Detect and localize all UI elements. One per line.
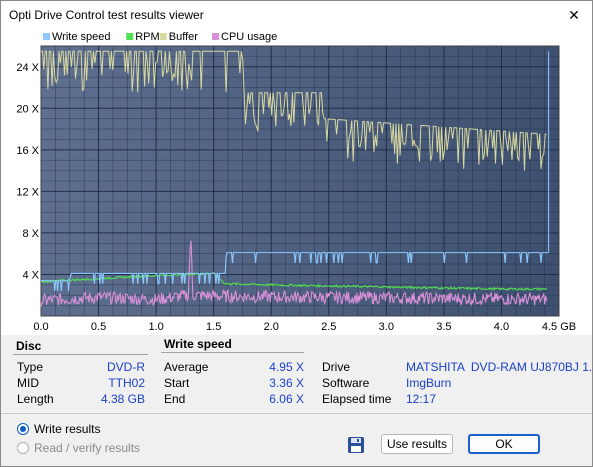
y-tick-label: 16 X <box>16 145 39 157</box>
elapsed-time-value: 12:17 <box>406 392 437 406</box>
legend-swatch <box>212 33 219 40</box>
write-results-label: Write results <box>34 422 101 436</box>
x-tick-label: 0.0 <box>33 321 48 333</box>
read-verify-results-label: Read / verify results <box>34 441 141 455</box>
legend-label: Buffer <box>169 31 198 43</box>
x-tick-label: 4.0 <box>494 321 509 333</box>
x-tick-label: 0.5 <box>91 321 106 333</box>
y-tick-label: 24 X <box>16 62 39 74</box>
drive-value: MATSHITA DVD-RAM UJ870BJ 1.50 <box>406 360 593 374</box>
start-value: 3.36 X <box>269 376 304 390</box>
legend: Write speed RPM Buffer CPU usage <box>43 31 277 43</box>
average-label: Average <box>164 360 209 374</box>
disc-length-value: 4.38 GB <box>100 392 145 406</box>
elapsed-time-label: Elapsed time <box>322 392 392 406</box>
disc-type-value: DVD-R <box>107 360 145 374</box>
y-tick-label: 4 X <box>22 269 39 281</box>
x-tick-label: 1.0 <box>148 321 163 333</box>
disc-type-label: Type <box>17 360 44 374</box>
close-icon: ✕ <box>568 6 580 23</box>
radio-unselected-icon <box>17 442 29 454</box>
title-bar: Opti Drive Control test results viewer ✕ <box>1 1 592 29</box>
floppy-disk-icon <box>348 437 364 453</box>
y-tick-label: 20 X <box>16 103 39 115</box>
disc-mid-value: TTH02 <box>108 376 145 390</box>
write-results-radio[interactable]: Write results <box>17 422 100 436</box>
footer-divider <box>1 413 592 414</box>
disc-heading: Disc <box>16 339 42 353</box>
drive-label: Drive <box>322 360 351 374</box>
x-tick-label: 2.5 <box>321 321 336 333</box>
read-verify-results-radio[interactable]: Read / verify results <box>17 441 140 455</box>
legend-label: Write speed <box>52 31 111 43</box>
radio-selected-icon <box>17 423 29 435</box>
y-tick-label: 8 X <box>22 228 39 240</box>
window-title: Opti Drive Control test results viewer <box>9 8 204 22</box>
x-tick-label: 3.0 <box>379 321 394 333</box>
legend-swatch <box>159 33 167 40</box>
start-label: Start <box>164 376 190 390</box>
legend-label: CPU usage <box>221 31 277 43</box>
results-viewer-window: Opti Drive Control test results viewer ✕… <box>0 0 593 467</box>
x-tick-label: 1.5 <box>206 321 221 333</box>
legend-label: RPM <box>135 31 159 43</box>
end-value: 6.06 X <box>269 392 304 406</box>
save-button[interactable] <box>345 435 367 455</box>
end-label: End <box>164 392 186 406</box>
disc-heading-underline <box>13 354 148 355</box>
software-label: Software <box>322 376 370 390</box>
disc-mid-label: MID <box>17 376 39 390</box>
disc-length-label: Length <box>17 392 54 406</box>
chart-area: 0.0 0.5 1.0 1.5 2.0 2.5 3.0 3.5 4.0 4.5 GB 4 X 8 X 1… <box>1 29 592 335</box>
write-speed-heading: Write speed <box>164 337 232 351</box>
use-results-button[interactable]: Use results <box>381 434 453 454</box>
test-results-chart: 0.0 0.5 1.0 1.5 2.0 2.5 3.0 3.5 4.0 4.5 GB 4 X 8 X 1… <box>16 31 576 333</box>
average-value: 4.95 X <box>269 360 304 374</box>
legend-swatch <box>126 33 134 40</box>
write-speed-heading-underline <box>161 352 304 353</box>
x-tick-label: 2.0 <box>264 321 279 333</box>
legend-swatch <box>43 33 50 40</box>
software-value: ImgBurn <box>406 376 452 390</box>
ok-button[interactable]: OK <box>468 434 540 454</box>
x-tick-label: 4.5 GB <box>542 321 576 333</box>
close-button[interactable]: ✕ <box>556 1 592 29</box>
x-tick-label: 3.5 <box>436 321 451 333</box>
y-tick-label: 12 X <box>16 186 39 198</box>
